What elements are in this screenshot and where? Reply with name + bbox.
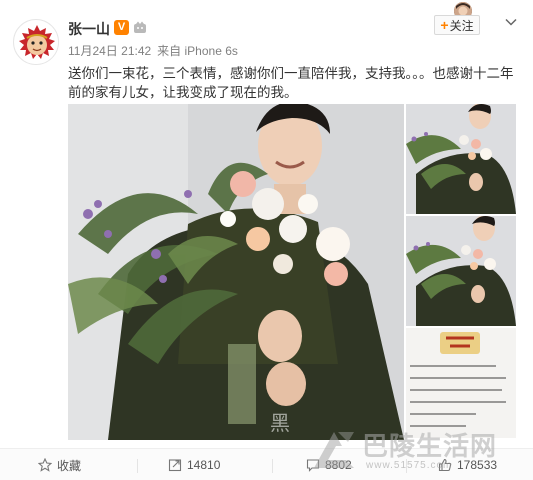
member-crown-icon xyxy=(134,21,146,33)
divider xyxy=(272,459,273,473)
share-button[interactable]: 14810 xyxy=(168,449,220,480)
post-photo-thumb-3[interactable] xyxy=(406,328,516,438)
action-bar: 收藏 14810 8802 178533 xyxy=(0,448,533,480)
share-count: 14810 xyxy=(187,458,221,472)
follow-label: 关注 xyxy=(449,18,474,33)
divider xyxy=(406,459,407,473)
follow-button[interactable]: + 关注 xyxy=(434,15,480,35)
post-photo-thumb-2[interactable] xyxy=(406,216,516,326)
favorite-label: 收藏 xyxy=(57,458,82,473)
v-badge-icon: V xyxy=(114,20,129,35)
post-meta: 11月24日 21:42 来自 iPhone 6s xyxy=(68,42,238,59)
star-icon xyxy=(38,458,52,472)
post-date[interactable]: 11月24日 21:42 xyxy=(68,44,151,58)
thumb-image-3 xyxy=(406,328,516,438)
like-count: 178533 xyxy=(457,458,498,472)
comment-count: 8802 xyxy=(325,458,352,472)
username[interactable]: 张一山 xyxy=(68,19,110,39)
chevron-down-icon[interactable] xyxy=(504,15,518,29)
plus-icon: + xyxy=(440,17,449,33)
like-button[interactable]: 178533 xyxy=(438,449,497,480)
divider xyxy=(137,459,138,473)
comment-button[interactable]: 8802 xyxy=(306,449,352,480)
post-photo-main[interactable] xyxy=(68,104,404,440)
user-avatar[interactable] xyxy=(13,19,59,65)
post-photo-thumb-1[interactable] xyxy=(406,104,516,214)
monkey-avatar-icon xyxy=(15,21,58,64)
photo-watermark-icon: 黑 xyxy=(270,411,290,435)
post-source: 来自 iPhone 6s xyxy=(157,44,238,58)
favorite-button[interactable]: 收藏 xyxy=(38,449,81,480)
post-text: 送你们一束花，三个表情，感谢你们一直陪伴我，支持我。。。也感谢十二年前的家有儿女… xyxy=(68,66,514,100)
thumbs-up-icon xyxy=(438,458,452,472)
thumb-image-2 xyxy=(406,216,516,326)
share-icon xyxy=(168,459,182,472)
comment-icon xyxy=(306,459,320,472)
svg-text:黑: 黑 xyxy=(270,411,290,435)
photo-bouquet-image xyxy=(68,104,404,440)
thumb-image-1 xyxy=(406,104,516,214)
